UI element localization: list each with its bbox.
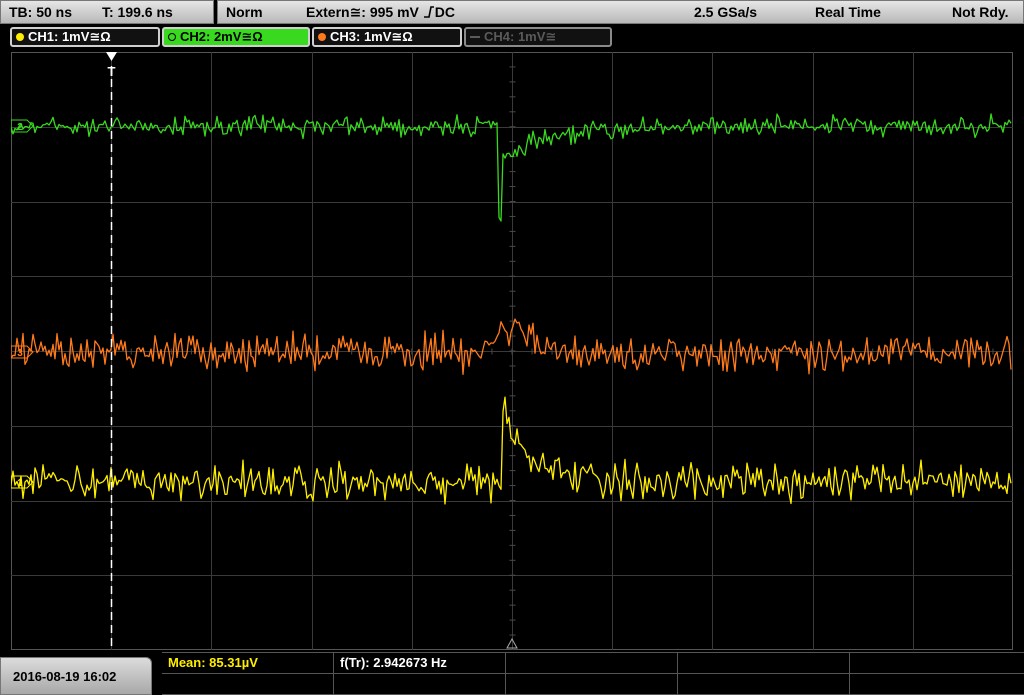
ch4-label: CH4: 1mV≅ (484, 29, 557, 44)
ch3-label: CH3: 1mV≅Ω (330, 29, 413, 44)
tab-ch3[interactable]: CH3: 1mV≅Ω (312, 27, 462, 47)
trigger-mode-label: Norm (226, 4, 263, 20)
datetime-box[interactable]: 2016-08-19 16:02 (0, 657, 152, 695)
measurement-slot-6[interactable] (162, 674, 334, 695)
ch2-dot-icon (168, 33, 176, 41)
trigger-time-label: T: 199.6 ns (102, 4, 173, 20)
tab-ch4[interactable]: CH4: 1mV≅ (464, 27, 612, 47)
measurement-slot-5[interactable] (850, 653, 1024, 674)
measurement-slot-9[interactable] (678, 674, 850, 695)
measurement-trigger-freq[interactable]: f(Tr): 2.942673 Hz (334, 653, 506, 674)
measurement-slot-4[interactable] (678, 653, 850, 674)
measurement-slot-10[interactable] (850, 674, 1024, 695)
ch2-trace (11, 113, 1012, 222)
datetime-label: 2016-08-19 16:02 (13, 669, 117, 684)
waveform-display[interactable]: T 2 3 1 (11, 52, 1013, 650)
trigger-freq-label: f(Tr): 2.942673 Hz (340, 655, 447, 670)
timebase-box[interactable]: TB: 50 ns T: 199.6 ns (0, 0, 214, 24)
ch3-dot-icon (318, 33, 326, 41)
trigger-marker-label: T (108, 64, 116, 79)
ch3-level-marker-label: 3 (17, 348, 23, 359)
trigger-arrow-icon (106, 52, 117, 61)
trigger-source-label: Extern≅: 995 mV DC (306, 1, 455, 23)
acq-mode-label: Real Time (815, 4, 881, 20)
ch1-level-marker-label: 1 (17, 478, 23, 489)
sample-rate-label: 2.5 GSa/s (694, 4, 758, 20)
ch1-trace (11, 396, 1012, 505)
waveform-traces (11, 113, 1012, 505)
timebase-label: TB: 50 ns (9, 4, 73, 20)
graticule-svg: T 2 3 1 (11, 52, 1013, 650)
rising-edge-icon (423, 6, 434, 18)
measurement-slot-7[interactable] (334, 674, 506, 695)
trigger-level-text: ≅: 995 mV (349, 4, 419, 20)
tab-ch1[interactable]: CH1: 1mV≅Ω (10, 27, 160, 47)
tab-ch2[interactable]: CH2: 2mV≅Ω (162, 27, 310, 47)
ch1-dot-icon (16, 33, 24, 41)
ch1-label: CH1: 1mV≅Ω (28, 29, 111, 44)
measurement-mean[interactable]: Mean: 85.31µV (162, 653, 334, 674)
trigger-box[interactable]: Norm Extern≅: 995 mV DC 2.5 GSa/s Real T… (217, 0, 1024, 24)
status-bar: TB: 50 ns T: 199.6 ns Norm Extern≅: 995 … (0, 0, 1024, 24)
status-label: Not Rdy. (952, 4, 1009, 20)
measurement-slot-3[interactable] (506, 653, 678, 674)
ch2-level-marker-label: 2 (17, 122, 23, 133)
trigger-source-text: Extern (306, 4, 350, 20)
channel-tabs: CH1: 1mV≅Ω CH2: 2mV≅Ω CH3: 1mV≅Ω CH4: 1m… (0, 25, 1024, 48)
measurement-slot-8[interactable] (506, 674, 678, 695)
ch2-label: CH2: 2mV≅Ω (180, 29, 263, 44)
bottom-bar: 2016-08-19 16:02 Mean: 85.31µV f(Tr): 2.… (0, 651, 1024, 695)
mean-label: Mean: 85.31µV (168, 655, 258, 670)
measurement-panel[interactable]: Mean: 85.31µV f(Tr): 2.942673 Hz (162, 652, 1024, 695)
trigger-coupling-text: DC (434, 4, 456, 20)
ch4-dash-icon (470, 36, 480, 38)
